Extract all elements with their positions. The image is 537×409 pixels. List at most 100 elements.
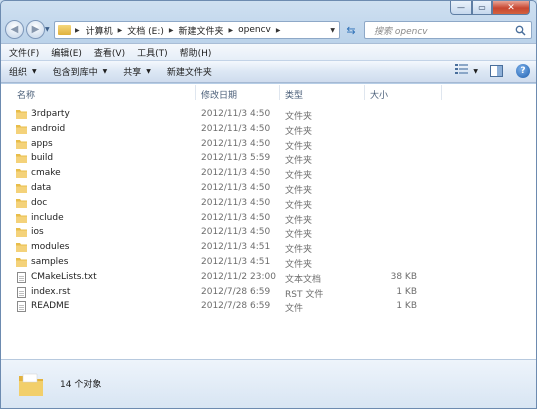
- file-row[interactable]: cmake 2012/11/3 4:50 文件夹: [1, 166, 536, 181]
- file-name: README: [31, 301, 70, 312]
- file-name: data: [31, 182, 52, 193]
- breadcrumb-opencv[interactable]: opencv: [238, 25, 271, 35]
- search-input[interactable]: 搜索 opencv: [364, 21, 532, 39]
- minimize-button[interactable]: —: [450, 1, 472, 15]
- file-row[interactable]: README 2012/7/28 6:59 文件 1 KB: [1, 299, 536, 314]
- help-icon[interactable]: ?: [516, 64, 530, 78]
- file-row[interactable]: android 2012/11/3 4:50 文件夹: [1, 122, 536, 137]
- chevron-down-icon: ▼: [102, 68, 108, 75]
- file-name: apps: [31, 138, 53, 149]
- file-type: 文件夹: [285, 230, 313, 241]
- breadcrumb-drive-e[interactable]: 文档 (E:): [127, 24, 164, 37]
- details-pane: 14 个对象: [1, 359, 536, 408]
- column-header-type[interactable]: 类型: [285, 88, 303, 101]
- close-button[interactable]: ✕: [492, 1, 530, 15]
- file-row[interactable]: ios 2012/11/3 4:50 文件夹: [1, 225, 536, 240]
- chevron-right-icon[interactable]: ▶: [75, 27, 80, 34]
- chevron-right-icon[interactable]: ▶: [229, 27, 234, 34]
- chevron-down-icon[interactable]: ▼: [473, 68, 478, 75]
- new-folder-button[interactable]: 新建文件夹: [167, 65, 212, 78]
- file-type: 文件夹: [285, 156, 313, 167]
- file-icon: [17, 286, 26, 298]
- file-name: 3rdparty: [31, 109, 70, 119]
- preview-pane-icon[interactable]: [490, 65, 503, 77]
- file-type: 文件夹: [285, 259, 313, 270]
- file-name: CMakeLists.txt: [31, 271, 97, 282]
- file-row[interactable]: modules 2012/11/3 4:51 文件夹: [1, 240, 536, 255]
- file-type: 文件夹: [285, 200, 313, 211]
- column-header-modified[interactable]: 修改日期: [201, 88, 237, 101]
- back-button[interactable]: ◀: [5, 20, 24, 39]
- menu-view[interactable]: 查看(V): [94, 46, 125, 59]
- file-name: samples: [31, 256, 69, 267]
- file-row[interactable]: 3rdparty 2012/11/3 4:50 文件夹: [1, 107, 536, 122]
- folder-icon: [16, 139, 27, 149]
- navigation-bar: ◀ ▶ ▼ ▶ 计算机 ▶ 文档 (E:) ▶ 新建文件夹 ▶ opencv ▶…: [1, 18, 536, 42]
- file-row[interactable]: build 2012/11/3 5:59 文件夹: [1, 151, 536, 166]
- menu-edit[interactable]: 编辑(E): [51, 46, 82, 59]
- file-row[interactable]: apps 2012/11/3 4:50 文件夹: [1, 137, 536, 152]
- file-date-modified: 2012/11/3 4:50: [201, 138, 271, 149]
- file-name: ios: [31, 227, 44, 238]
- search-placeholder: 搜索 opencv: [374, 26, 428, 37]
- column-divider[interactable]: [364, 85, 365, 100]
- folder-icon: [58, 25, 71, 35]
- file-name: modules: [31, 242, 70, 253]
- menu-help[interactable]: 帮助(H): [180, 46, 212, 59]
- column-divider[interactable]: [195, 85, 196, 100]
- explorer-window: — ▭ ✕ ◀ ▶ ▼ ▶ 计算机 ▶ 文档 (E:) ▶ 新建文件夹 ▶ op…: [0, 0, 537, 409]
- maximize-button[interactable]: ▭: [472, 1, 492, 15]
- column-divider[interactable]: [279, 85, 280, 100]
- file-type: RST 文件: [285, 289, 324, 300]
- breadcrumb-computer[interactable]: 计算机: [86, 24, 113, 37]
- folder-icon: [17, 370, 45, 401]
- file-name: android: [31, 123, 66, 134]
- column-header-size[interactable]: 大小: [370, 88, 388, 101]
- file-row[interactable]: index.rst 2012/7/28 6:59 RST 文件 1 KB: [1, 285, 536, 300]
- folder-icon: [16, 213, 27, 223]
- chevron-right-icon[interactable]: ▶: [169, 27, 174, 34]
- file-date-modified: 2012/11/3 4:51: [201, 242, 271, 253]
- file-date-modified: 2012/11/3 4:51: [201, 256, 271, 267]
- forward-button[interactable]: ▶: [26, 20, 45, 39]
- file-rows: 3rdparty 2012/11/3 4:50 文件夹 android 2012/11/…: [1, 107, 536, 314]
- file-row[interactable]: data 2012/11/3 4:50 文件夹: [1, 181, 536, 196]
- breadcrumb: 计算机 ▶ 文档 (E:) ▶ 新建文件夹 ▶ opencv ▶: [86, 24, 286, 37]
- folder-icon: [16, 124, 27, 134]
- file-date-modified: 2012/11/3 4:50: [201, 168, 271, 179]
- menu-tools[interactable]: 工具(T): [137, 46, 168, 59]
- file-date-modified: 2012/11/3 4:50: [201, 197, 271, 208]
- file-type: 文件夹: [285, 141, 313, 152]
- chevron-right-icon[interactable]: ▶: [276, 27, 281, 34]
- refresh-button[interactable]: ⇆: [342, 22, 360, 38]
- file-row[interactable]: doc 2012/11/3 4:50 文件夹: [1, 196, 536, 211]
- file-date-modified: 2012/11/2 23:00: [201, 271, 276, 282]
- file-row[interactable]: samples 2012/11/3 4:51 文件夹: [1, 255, 536, 270]
- address-dropdown-icon[interactable]: ▼: [330, 27, 335, 34]
- file-icon: [17, 271, 26, 283]
- menu-bar: 文件(F) 编辑(E) 查看(V) 工具(T) 帮助(H): [1, 43, 536, 60]
- file-date-modified: 2012/7/28 6:59: [201, 301, 271, 312]
- new-folder-label: 新建文件夹: [166, 68, 212, 78]
- file-row[interactable]: include 2012/11/3 4:50 文件夹: [1, 211, 536, 226]
- menu-file[interactable]: 文件(F): [9, 46, 39, 59]
- breadcrumb-new-folder[interactable]: 新建文件夹: [179, 24, 224, 37]
- change-view-button[interactable]: ▼: [455, 64, 478, 78]
- caption-buttons: — ▭ ✕: [450, 1, 530, 15]
- file-date-modified: 2012/11/3 4:50: [201, 182, 271, 193]
- organize-button[interactable]: 组织 ▼: [9, 65, 37, 78]
- chevron-right-icon[interactable]: ▶: [118, 27, 123, 34]
- file-list: 名称 修改日期 类型 大小 3rdparty 2012/11/3 4:50 文件夹 a…: [1, 84, 536, 359]
- file-type: 文件夹: [285, 215, 313, 226]
- search-icon[interactable]: [515, 25, 526, 39]
- file-date-modified: 2012/11/3 5:59: [201, 153, 271, 164]
- include-in-library-button[interactable]: 包含到库中 ▼: [53, 65, 108, 78]
- share-button[interactable]: 共享 ▼: [123, 65, 151, 78]
- file-row[interactable]: CMakeLists.txt 2012/11/2 23:00 文本文档 38 KB: [1, 270, 536, 285]
- column-divider[interactable]: [441, 85, 442, 100]
- folder-icon: [16, 168, 27, 179]
- file-date-modified: 2012/11/3 4:50: [201, 109, 271, 119]
- column-header-name[interactable]: 名称: [17, 88, 35, 101]
- recent-pages-dropdown-icon[interactable]: ▼: [45, 26, 50, 33]
- address-bar[interactable]: ▶ 计算机 ▶ 文档 (E:) ▶ 新建文件夹 ▶ opencv ▶ ▼: [54, 21, 340, 39]
